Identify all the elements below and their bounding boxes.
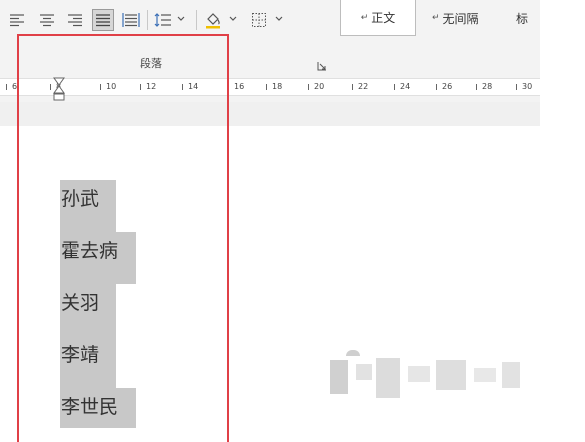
- distributed-button[interactable]: [120, 9, 142, 31]
- ruler-tick-label: 24: [400, 82, 411, 91]
- ruler-tick-mark: [436, 84, 437, 90]
- style-no-spacing-label: 无间隔: [442, 11, 479, 26]
- dialog-launcher-icon: [317, 62, 326, 71]
- window-edge: [540, 0, 585, 442]
- ruler-tick-mark: [6, 84, 7, 90]
- distributed-icon: [122, 13, 140, 27]
- align-left-icon: [10, 14, 24, 27]
- chevron-down-icon: [229, 16, 237, 21]
- shading-dropdown[interactable]: [228, 11, 238, 27]
- justify-icon: [96, 14, 110, 27]
- align-center-button[interactable]: [36, 9, 58, 31]
- line-spacing-dropdown[interactable]: [176, 11, 186, 27]
- ruler-tick-label: 28: [482, 82, 493, 91]
- toolbar-separator: [147, 10, 148, 30]
- chevron-down-icon: [177, 16, 185, 21]
- ruler-tick-mark: [394, 84, 395, 90]
- ruler-tick-label: 16: [234, 82, 245, 91]
- watermark: [316, 350, 526, 406]
- styles-gallery: ↵ 正文 ↵ 无间隔 标: [340, 0, 540, 40]
- style-heading-label: 标: [516, 11, 529, 26]
- line-spacing-button[interactable]: [152, 9, 174, 31]
- ruler-tick-mark: [266, 84, 267, 90]
- paragraph-dialog-launcher[interactable]: [317, 56, 327, 71]
- style-heading[interactable]: 标: [516, 0, 546, 36]
- ruler-tick-mark: [308, 84, 309, 90]
- line-spacing-icon: [154, 13, 171, 27]
- style-normal[interactable]: ↵ 正文: [340, 0, 416, 36]
- align-left-button[interactable]: [6, 9, 28, 31]
- align-right-button[interactable]: [64, 9, 86, 31]
- ruler-tick-mark: [476, 84, 477, 90]
- paragraph-mark: ↵: [360, 12, 369, 23]
- align-center-icon: [40, 14, 54, 27]
- justify-button[interactable]: [92, 9, 114, 31]
- paragraph-mark: ↵: [432, 13, 440, 23]
- chevron-down-icon: [275, 16, 283, 21]
- shading-button[interactable]: [202, 9, 224, 31]
- ruler-tick-mark: [352, 84, 353, 90]
- ruler-tick-label: 22: [358, 82, 369, 91]
- style-normal-label: 正文: [371, 11, 396, 25]
- ruler-tick-label: 18: [272, 82, 283, 91]
- ruler-tick-label: 20: [314, 82, 325, 91]
- ruler-tick-label: 26: [442, 82, 453, 91]
- style-no-spacing[interactable]: ↵ 无间隔: [432, 0, 502, 36]
- ruler-tick-mark: [516, 84, 517, 90]
- paint-bucket-icon: [206, 13, 220, 29]
- ruler-tick-label: 30: [522, 82, 533, 91]
- toolbar-separator: [196, 10, 197, 30]
- border-icon: [252, 13, 266, 27]
- align-right-icon: [68, 14, 82, 27]
- borders-button[interactable]: [248, 9, 270, 31]
- annotation-highlight-box: [17, 34, 229, 442]
- borders-dropdown[interactable]: [274, 11, 284, 27]
